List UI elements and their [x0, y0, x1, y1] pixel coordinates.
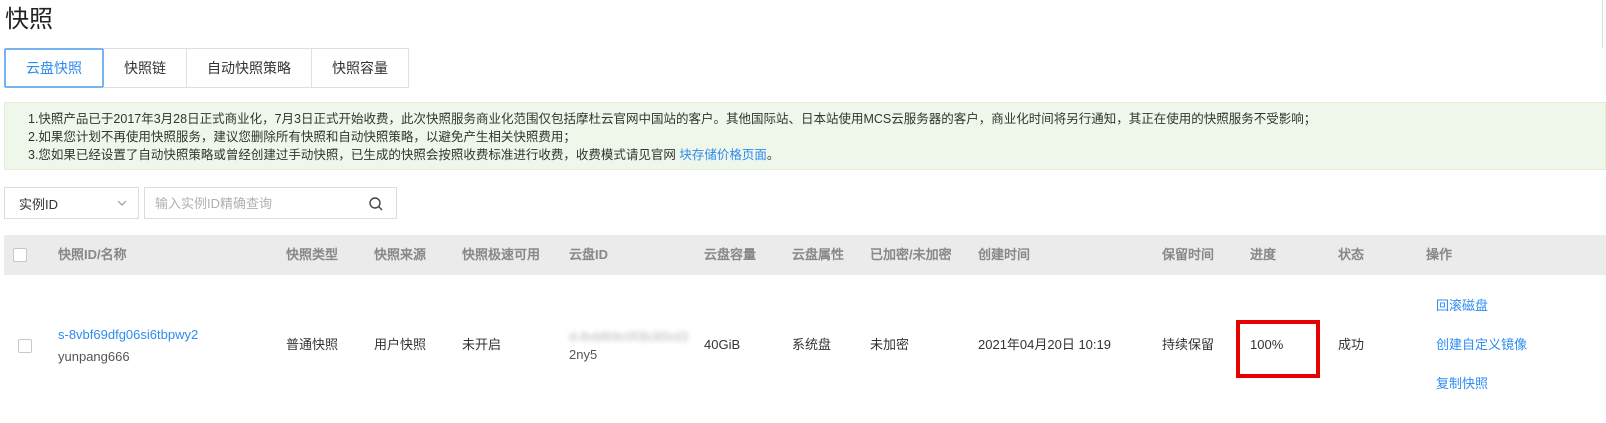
snapshot-id-link[interactable]: s-8vbf69dfg06si6tbpwy2 — [58, 326, 198, 344]
header-disk-attribute: 云盘属性 — [792, 247, 845, 262]
tab-snapshot-chain[interactable]: 快照链 — [104, 48, 187, 88]
notice-line-3-end: 。 — [766, 148, 780, 162]
search-input[interactable] — [145, 188, 355, 218]
header-status: 状态 — [1338, 247, 1365, 262]
disk-capacity: 40GiB — [704, 337, 741, 352]
header-disk-capacity: 云盘容量 — [704, 247, 757, 262]
header-encryption: 已加密/未加密 — [870, 247, 952, 262]
notice-line-3: 3.您如果已经设置了自动快照策略或曾经创建过手动快照，已生成的快照会按照收费标准… — [28, 146, 1605, 164]
header-snapshot-source: 快照来源 — [374, 247, 427, 262]
page-title: 快照 — [5, 6, 53, 33]
create-custom-image-link[interactable]: 创建自定义镜像 — [1436, 336, 1527, 354]
table-row: s-8vbf69dfg06si6tbpwy2 yunpang666 普通快照 用… — [4, 290, 1606, 400]
snapshot-source: 用户快照 — [374, 337, 427, 352]
header-disk-id: 云盘ID — [569, 247, 609, 262]
filter-field-select[interactable]: 实例ID — [4, 187, 139, 219]
retention-time: 持续保留 — [1162, 337, 1215, 352]
tab-auto-snapshot-policy[interactable]: 自动快照策略 — [187, 48, 312, 88]
chevron-down-icon — [117, 200, 127, 206]
notice-banner: 1.快照产品已于2017年3月28日正式商业化，7月3日正式开始收费，此次快照服… — [4, 102, 1606, 170]
disk-id: d-8vbf69c0f3b3t5rd3 2ny5 — [569, 328, 688, 364]
row-checkbox[interactable] — [18, 339, 32, 353]
table-header: 快照ID/名称 快照类型 快照来源 快照极速可用 云盘ID 云盘容量 云盘属性 … — [4, 235, 1606, 275]
tab-cloud-disk-snapshot[interactable]: 云盘快照 — [4, 48, 104, 88]
encryption-status: 未加密 — [870, 337, 910, 352]
header-fast-available: 快照极速可用 — [462, 247, 541, 262]
select-all-checkbox[interactable] — [13, 248, 27, 262]
header-snapshot-type: 快照类型 — [286, 247, 339, 262]
created-time: 2021年04月20日 10:19 — [978, 337, 1111, 352]
tab-bar: 云盘快照 快照链 自动快照策略 快照容量 — [4, 48, 409, 88]
snapshot-name: yunpang666 — [58, 349, 130, 364]
fast-available-status: 未开启 — [462, 337, 502, 352]
disk-id-blurred: d-8vbf69c0f3b3t5rd3 — [569, 329, 689, 344]
tab-snapshot-capacity[interactable]: 快照容量 — [312, 48, 409, 88]
search-box — [144, 187, 397, 219]
notice-line-2: 2.如果您计划不再使用快照服务，建议您删除所有快照和自动快照策略，以避免产生相关… — [28, 130, 576, 144]
snapshot-type: 普通快照 — [286, 337, 339, 352]
disk-id-tail: 2ny5 — [569, 347, 598, 362]
notice-line-3-text: 3.您如果已经设置了自动快照策略或曾经创建过手动快照，已生成的快照会按照收费标准… — [28, 148, 680, 162]
filter-field-value: 实例ID — [19, 196, 59, 212]
rollback-disk-link[interactable]: 回滚磁盘 — [1436, 297, 1488, 315]
disk-attribute: 系统盘 — [792, 337, 832, 352]
block-storage-price-link[interactable]: 块存储价格页面 — [679, 148, 767, 162]
header-snapshot-id: 快照ID/名称 — [58, 247, 127, 262]
copy-snapshot-link[interactable]: 复制快照 — [1436, 375, 1488, 393]
header-created-time: 创建时间 — [978, 247, 1031, 262]
status-value: 成功 — [1338, 337, 1365, 352]
progress-highlight-box — [1236, 320, 1320, 378]
search-icon[interactable] — [368, 196, 384, 212]
notice-line-1: 1.快照产品已于2017年3月28日正式商业化，7月3日正式开始收费，此次快照服… — [28, 112, 1317, 126]
window-edge — [1602, 0, 1606, 48]
header-progress: 进度 — [1250, 247, 1277, 262]
header-actions: 操作 — [1426, 247, 1453, 262]
header-retention-time: 保留时间 — [1162, 247, 1215, 262]
